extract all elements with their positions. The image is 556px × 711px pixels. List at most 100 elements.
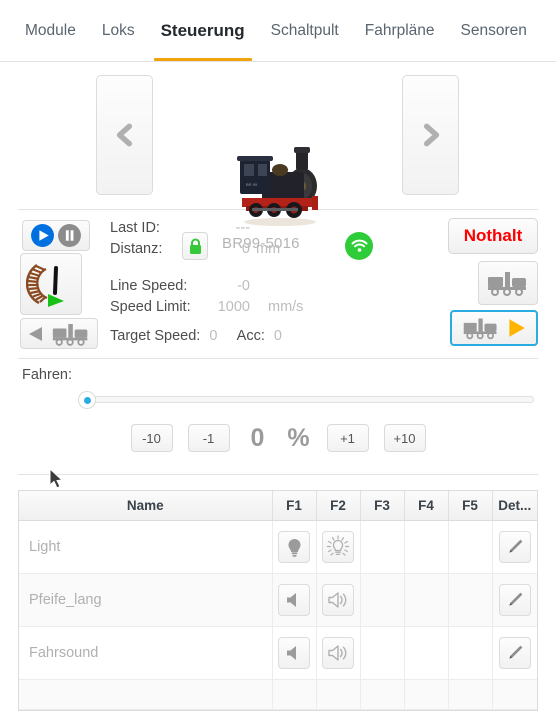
table-row-empty (19, 679, 537, 710)
play-pause-button[interactable] (22, 220, 90, 251)
tab-loks[interactable]: Loks (89, 0, 148, 61)
cell-f3[interactable] (360, 626, 405, 680)
edit-function-button[interactable] (498, 637, 531, 669)
target-speed-value: 0 (209, 328, 218, 344)
slider-track[interactable] (78, 396, 534, 403)
tab-module[interactable]: Module (12, 0, 89, 61)
cell-f5[interactable] (448, 573, 493, 627)
chevron-left-icon (116, 123, 132, 147)
pencil-icon (509, 539, 523, 553)
pencil-icon (509, 645, 523, 659)
chevron-right-icon (423, 123, 439, 147)
tab-sensoren[interactable]: Sensoren (448, 0, 540, 61)
cell-detail (492, 573, 537, 627)
svg-text:BR 99: BR 99 (246, 182, 258, 187)
locomotive-reverse-icon (52, 323, 88, 346)
distanz-label: Distanz: (110, 241, 163, 257)
pause-icon (58, 224, 81, 247)
reverse-direction-button[interactable] (20, 318, 98, 349)
line-speed-value: -0 (237, 278, 250, 294)
line-speed-row: Line Speed: -0 (110, 276, 303, 297)
cell-empty-f3 (360, 679, 405, 710)
main-navigation: Module Loks Steuerung Schaltpult Fahrplä… (0, 0, 556, 62)
steuerung-page: Module Loks Steuerung Schaltpult Fahrplä… (0, 0, 556, 711)
cell-f3[interactable] (360, 520, 405, 574)
cell-f5[interactable] (448, 626, 493, 680)
locomotive-icon (488, 272, 526, 296)
header-f5: F5 (448, 491, 493, 521)
function-name: Pfeife_lang (19, 573, 273, 627)
last-id-value: --- (235, 220, 251, 236)
sound-on-button[interactable] (322, 637, 354, 669)
play-icon (31, 224, 54, 247)
status-readout-target: Target Speed: 0 Acc: 0 (110, 328, 282, 344)
function-name: Light (19, 520, 273, 574)
sound-mute-button[interactable] (278, 637, 310, 669)
line-speed-label: Line Speed: (110, 278, 188, 294)
last-id-row: Last ID: --- (110, 218, 280, 239)
speed-limit-label: Speed Limit: (110, 299, 191, 315)
drive-section: Fahren: -10 -1 0 % +1 +10 (0, 359, 556, 474)
header-name: Name (19, 491, 273, 521)
emergency-stop-button[interactable]: Nothalt (448, 218, 538, 254)
cell-f4[interactable] (404, 626, 449, 680)
drive-slider[interactable] (78, 391, 534, 409)
distanz-value: 0 (241, 241, 250, 257)
cell-f5[interactable] (448, 520, 493, 574)
cell-empty-f2 (316, 679, 361, 710)
cell-f4[interactable] (404, 520, 449, 574)
tab-fahrplaene[interactable]: Fahrpläne (352, 0, 448, 61)
tab-schaltpult[interactable]: Schaltpult (258, 0, 352, 61)
cell-f1 (272, 573, 317, 627)
speedometer-icon (26, 263, 64, 307)
header-f4: F4 (404, 491, 449, 521)
previous-locomotive-button[interactable] (96, 75, 153, 195)
speed-limit-unit: mm/s (268, 299, 304, 315)
cell-detail (492, 520, 537, 574)
next-locomotive-button[interactable] (402, 75, 459, 195)
speed-limit-value: 1000 (217, 299, 250, 315)
speaker-on-icon (328, 645, 347, 661)
cell-empty-name (19, 679, 273, 710)
direction-forward-button[interactable] (450, 310, 538, 346)
cell-f2 (316, 626, 361, 680)
speed-limit-row: Speed Limit: 1000 mm/s (110, 297, 303, 318)
cell-f3[interactable] (360, 573, 405, 627)
light-on-button[interactable] (322, 531, 354, 563)
status-readout-primary: Last ID: --- Distanz: 0 mm (110, 218, 280, 260)
tab-steuerung[interactable]: Steuerung (148, 0, 258, 61)
cell-empty-f1 (272, 679, 317, 710)
slider-handle[interactable] (78, 391, 96, 409)
acc-value: 0 (273, 328, 282, 344)
status-readout-speed: Line Speed: -0 Speed Limit: 1000 mm/s (110, 276, 303, 318)
increase-ten-button[interactable]: +10 (383, 424, 426, 452)
light-off-button[interactable] (278, 531, 310, 563)
locomotive-selector: BR 99 BR99-5016 (0, 62, 556, 260)
sound-mute-button[interactable] (278, 584, 310, 616)
speaker-on-icon (328, 592, 347, 608)
table-row: Pfeife_lang (19, 573, 537, 627)
decrease-one-button[interactable]: -1 (187, 424, 230, 452)
edit-function-button[interactable] (498, 584, 531, 616)
edit-function-button[interactable] (498, 531, 531, 563)
sound-on-button[interactable] (322, 584, 354, 616)
header-f3: F3 (360, 491, 405, 521)
divider-bottom (18, 474, 538, 475)
distanz-unit: mm (256, 241, 281, 257)
target-speed-label: Target Speed: (110, 328, 201, 344)
header-detail: Det... (492, 491, 537, 521)
cell-f4[interactable] (404, 573, 449, 627)
function-name: Fahrsound (19, 626, 273, 680)
triangle-left-icon (29, 326, 42, 341)
last-id-label: Last ID: (110, 220, 160, 236)
cell-empty-f5 (448, 679, 493, 710)
speaker-mute-icon (287, 593, 296, 607)
speaker-mute-icon (287, 646, 296, 660)
decrease-ten-button[interactable]: -10 (130, 424, 173, 452)
table-row: Fahrsound (19, 626, 537, 680)
header-f2: F2 (316, 491, 361, 521)
percent-symbol: % (287, 423, 310, 452)
speedometer-button[interactable] (20, 253, 82, 315)
direction-reverse-button[interactable] (478, 261, 538, 305)
increase-one-button[interactable]: +1 (326, 424, 369, 452)
